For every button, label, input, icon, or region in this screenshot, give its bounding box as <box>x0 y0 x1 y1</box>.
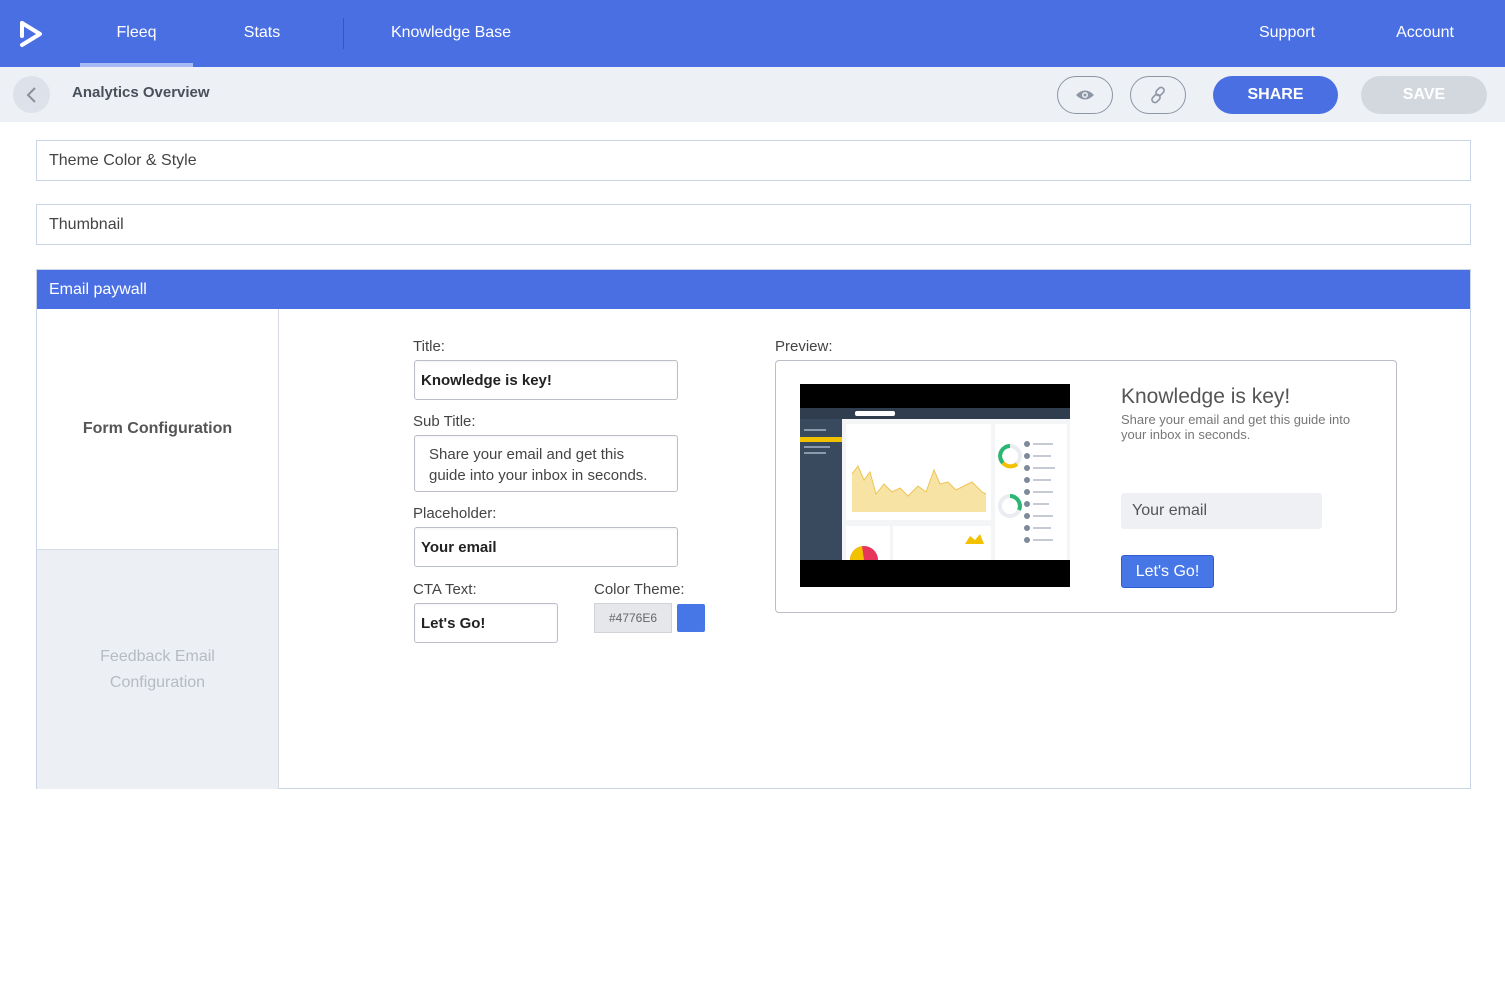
back-button[interactable] <box>13 76 50 113</box>
preview-email-input[interactable]: Your email <box>1121 493 1322 529</box>
nav-stats[interactable]: Stats <box>222 0 302 67</box>
dashboard-thumbnail-image <box>800 408 1070 560</box>
nav-knowledge-base[interactable]: Knowledge Base <box>380 0 522 67</box>
subtitle-label: Sub Title: <box>413 413 476 430</box>
section-thumbnail[interactable]: Thumbnail <box>36 204 1471 245</box>
share-button[interactable]: SHARE <box>1213 76 1338 114</box>
tab-form-configuration[interactable]: Form Configuration <box>37 309 279 549</box>
preview-title: Knowledge is key! <box>1121 385 1291 408</box>
link-icon <box>1151 86 1165 104</box>
color-theme-label: Color Theme: <box>594 581 685 598</box>
cta-text-label: CTA Text: <box>413 581 477 598</box>
placeholder-label: Placeholder: <box>413 505 497 522</box>
eye-icon <box>1076 90 1094 100</box>
nav-account[interactable]: Account <box>1385 0 1465 67</box>
title-input[interactable]: Knowledge is key! <box>414 360 678 400</box>
back-chevron-icon <box>26 86 36 103</box>
nav-support[interactable]: Support <box>1247 0 1327 67</box>
fleeq-logo-icon[interactable] <box>18 19 46 49</box>
color-hex-input[interactable]: #4776E6 <box>594 603 672 633</box>
placeholder-input[interactable]: Your email <box>414 527 678 567</box>
section-email-paywall[interactable]: Email paywall <box>37 270 1470 309</box>
toolbar: Analytics Overview SHARE SAVE <box>0 67 1505 122</box>
video-thumbnail <box>800 384 1070 587</box>
nav-divider <box>343 18 344 49</box>
copy-link-button[interactable] <box>1130 76 1186 114</box>
preview-label: Preview: <box>775 338 833 355</box>
tab-feedback-email-configuration[interactable]: Feedback Email Configuration <box>37 549 279 789</box>
preview-cta-button[interactable]: Let's Go! <box>1121 555 1214 588</box>
section-theme-color-style[interactable]: Theme Color & Style <box>36 140 1471 181</box>
subtitle-textarea[interactable]: Share your email and get this guide into… <box>414 435 678 492</box>
cta-text-input[interactable]: Let's Go! <box>414 603 558 643</box>
color-swatch[interactable] <box>677 604 705 632</box>
top-nav: Fleeq Stats Knowledge Base Support Accou… <box>0 0 1505 67</box>
page-title: Analytics Overview <box>72 84 210 101</box>
nav-fleeq[interactable]: Fleeq <box>80 0 193 67</box>
preview-button[interactable] <box>1057 76 1113 114</box>
save-button[interactable]: SAVE <box>1361 76 1487 114</box>
preview-subtitle: Share your email and get this guide into… <box>1121 412 1351 442</box>
title-label: Title: <box>413 338 445 355</box>
